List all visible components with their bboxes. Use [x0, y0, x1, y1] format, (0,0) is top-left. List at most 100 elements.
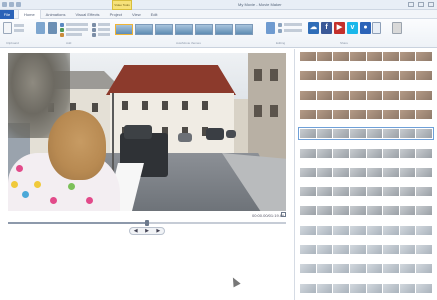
vimeo-icon[interactable]: v	[347, 22, 358, 34]
tab-animations[interactable]: Animations	[41, 10, 71, 19]
contextual-tab-video-tools[interactable]: Video Tools	[112, 0, 132, 10]
sign-in-button[interactable]	[392, 22, 402, 34]
caption-button[interactable]	[98, 28, 110, 31]
storyboard-clip[interactable]	[299, 109, 433, 120]
clip-frame	[316, 168, 333, 177]
clip-frame	[383, 264, 399, 273]
storyboard-clip[interactable]	[299, 283, 433, 294]
clip-frame	[416, 206, 432, 215]
clip-frame	[300, 226, 316, 235]
save-movie-button[interactable]	[372, 22, 381, 34]
cut-button[interactable]	[14, 24, 24, 27]
caption-icon[interactable]	[92, 28, 96, 32]
title-icon[interactable]	[92, 23, 96, 27]
maximize-icon[interactable]	[418, 2, 424, 7]
record-narration-icon[interactable]	[60, 28, 64, 32]
theme-thumbnail[interactable]	[135, 24, 153, 35]
clip-frame	[383, 226, 399, 235]
save-icon[interactable]	[2, 2, 7, 7]
snapshot-button[interactable]	[66, 33, 82, 36]
cloud-icon[interactable]: ☁	[308, 22, 319, 34]
facebook-icon[interactable]: f	[321, 22, 332, 34]
clip-frame	[416, 226, 432, 235]
theme-thumbnail[interactable]	[235, 24, 253, 35]
rotate-left-button[interactable]	[266, 22, 275, 34]
tab-visual-effects[interactable]: Visual Effects	[70, 10, 104, 19]
webcam-video-icon[interactable]	[60, 23, 64, 27]
storyboard-clip[interactable]	[299, 148, 433, 159]
clip-frame	[349, 110, 366, 119]
clip-frame	[416, 284, 432, 293]
clip-frame	[399, 284, 416, 293]
car	[178, 133, 192, 142]
storyboard-clip[interactable]	[299, 225, 433, 236]
seek-thumb[interactable]	[145, 220, 149, 226]
coat-dot	[11, 181, 18, 188]
theme-thumbnail[interactable]	[155, 24, 173, 35]
car	[124, 125, 152, 139]
theme-thumbnail[interactable]	[175, 24, 193, 35]
remove-icon[interactable]	[278, 23, 282, 27]
theme-thumbnail[interactable]	[215, 24, 233, 35]
clip-frame	[366, 264, 383, 273]
paste-button[interactable]	[3, 22, 12, 34]
copy-button[interactable]	[14, 29, 24, 32]
file-tab[interactable]: File	[0, 9, 14, 19]
video-preview[interactable]	[8, 53, 286, 211]
tab-home[interactable]: Home	[18, 9, 41, 19]
clip-frame	[366, 168, 383, 177]
previous-frame-icon[interactable]: ◀	[134, 228, 138, 234]
timecode-display: 00:00.00/01:19.66	[252, 213, 285, 218]
storyboard-clip[interactable]	[299, 186, 433, 197]
undo-icon[interactable]	[9, 2, 14, 7]
clip-frame	[349, 245, 366, 254]
credits-button[interactable]	[98, 33, 110, 36]
clip-frame	[399, 206, 416, 215]
storyboard-clip[interactable]	[299, 70, 433, 81]
tab-view[interactable]: View	[127, 10, 146, 19]
clip-frame	[366, 129, 383, 138]
close-icon[interactable]	[428, 2, 434, 7]
webcam-video-button[interactable]	[66, 23, 88, 26]
add-music-button[interactable]	[48, 22, 57, 34]
tab-edit[interactable]: Edit	[146, 10, 163, 19]
clip-frame	[300, 91, 316, 100]
group-label-editing: Editing	[276, 41, 286, 45]
select-all-button[interactable]	[284, 29, 302, 32]
youtube-icon[interactable]: ▶	[334, 22, 345, 34]
minimize-icon[interactable]	[408, 2, 414, 7]
redo-icon[interactable]	[16, 2, 21, 7]
tab-project[interactable]: Project	[105, 10, 127, 19]
clip-frame	[300, 187, 316, 196]
theme-thumbnail[interactable]	[115, 24, 133, 35]
quick-access-toolbar[interactable]	[2, 2, 28, 8]
storyboard-clip[interactable]	[299, 205, 433, 216]
clip-frame	[366, 71, 383, 80]
select-all-icon[interactable]	[278, 29, 282, 33]
title-button[interactable]	[98, 23, 110, 26]
window-detail	[162, 101, 168, 110]
theme-thumbnail[interactable]	[195, 24, 213, 35]
pane-divider[interactable]	[294, 49, 295, 300]
play-icon[interactable]: ▶	[145, 228, 149, 234]
flickr-icon[interactable]: ●	[360, 22, 371, 34]
storyboard-clip[interactable]	[298, 127, 434, 140]
seek-bar[interactable]	[8, 220, 286, 226]
record-narration-button[interactable]	[66, 28, 88, 31]
credits-icon[interactable]	[92, 33, 96, 37]
storyboard-clip[interactable]	[299, 263, 433, 274]
clip-frame	[349, 91, 366, 100]
storyboard-clip[interactable]	[299, 244, 433, 255]
fullscreen-icon[interactable]	[281, 212, 286, 217]
storyboard-clip[interactable]	[299, 51, 433, 62]
storyboard-clip[interactable]	[299, 90, 433, 101]
child-head	[48, 110, 106, 180]
storyboard-clip[interactable]	[299, 167, 433, 178]
snapshot-icon[interactable]	[60, 33, 64, 37]
add-videos-photos-button[interactable]	[36, 22, 45, 34]
remove-button[interactable]	[284, 23, 302, 26]
clip-frame	[383, 149, 399, 158]
storyboard-pane[interactable]	[297, 49, 437, 300]
next-frame-icon[interactable]: ▶	[156, 228, 160, 234]
automovie-themes-gallery[interactable]	[115, 24, 253, 35]
